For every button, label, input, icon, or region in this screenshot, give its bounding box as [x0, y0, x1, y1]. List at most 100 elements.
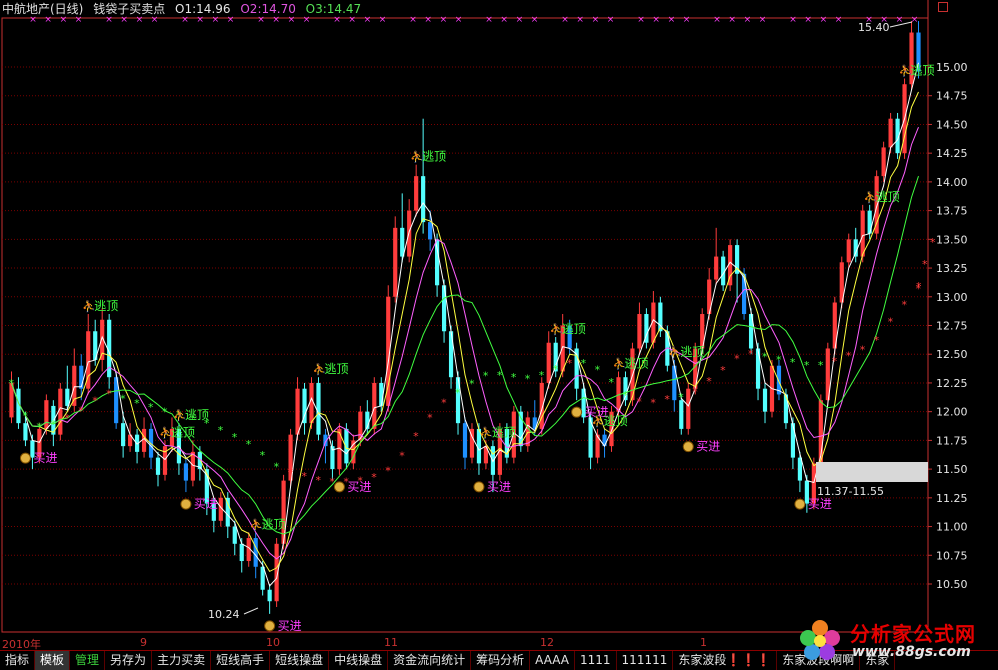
candle-body [846, 239, 851, 263]
tab-6[interactable]: 短线操盘 [270, 651, 330, 670]
trend-star-marker: * [274, 460, 280, 473]
tab-5[interactable]: 短线高手 [211, 651, 271, 670]
o1-value: O1:14.96 [175, 2, 231, 16]
tab-8[interactable]: 资金流向统计 [388, 651, 472, 670]
price-tick-label: 11.25 [936, 492, 968, 505]
trend-star-marker: * [371, 471, 377, 484]
buy-money-bag-icon [473, 481, 485, 493]
trend-star-marker: * [874, 334, 880, 347]
tab-3[interactable]: 另存为 [105, 651, 153, 670]
sell-signal-label: 逃顶 [680, 345, 704, 359]
candle-body [421, 176, 426, 223]
tab-13[interactable]: 东家波段❗❗❗ [673, 651, 778, 670]
trend-star-marker: * [92, 395, 98, 408]
trend-star-marker: * [581, 357, 587, 370]
candle-body [867, 210, 872, 234]
maximize-icon[interactable] [938, 2, 948, 12]
top-x-marker: × [440, 15, 448, 25]
sell-signal-label: 逃顶 [562, 322, 586, 336]
price-tick-label: 14.50 [936, 118, 968, 131]
trend-star-marker: * [232, 431, 238, 444]
candle-body [232, 526, 237, 544]
trend-star-marker: * [148, 401, 154, 414]
tab-0[interactable]: 指标 [0, 651, 36, 670]
price-tick-label: 12.50 [936, 348, 968, 361]
candle-body [860, 210, 865, 257]
brand-name: 分析家公式网 [850, 622, 976, 646]
sell-signal-label: 逃顶 [324, 362, 348, 376]
candle-body [121, 423, 126, 447]
trend-star-marker: * [120, 392, 126, 405]
trend-star-marker: * [497, 369, 503, 382]
candle-body [714, 256, 719, 280]
price-tick-label: 14.75 [936, 90, 968, 103]
o3-value: O3:14.47 [305, 2, 362, 16]
buy-signal-label: 买进 [33, 451, 57, 465]
top-x-marker: × [561, 15, 569, 25]
tab-10[interactable]: AAAA [530, 651, 575, 670]
trend-star-marker: * [609, 376, 615, 389]
buy-signal-label: 买进 [487, 480, 511, 494]
kline-chart[interactable]: 15.00 14.75 14.50 14.25 14.00 13.75 13.50 13.25… [0, 0, 998, 669]
top-x-marker: × [500, 15, 508, 25]
buy-signal-label: 买进 [278, 619, 302, 633]
flower-logo-icon [800, 620, 840, 660]
candle-body [155, 457, 161, 475]
tab-2[interactable]: 管理 [70, 651, 106, 670]
buy-money-bag-icon [264, 620, 276, 632]
price-tick-label: 13.75 [936, 205, 968, 218]
top-x-marker: × [835, 15, 843, 25]
ma-line-3 [11, 62, 919, 587]
sell-signal-label: 逃顶 [604, 414, 628, 428]
top-x-marker: × [379, 15, 387, 25]
candle-body [23, 423, 28, 441]
price-tick-label: 13.50 [936, 233, 968, 246]
candle-body [888, 118, 893, 148]
trend-star-marker: * [22, 409, 28, 422]
trend-star-marker: * [260, 449, 266, 462]
trend-star-marker: * [888, 315, 894, 328]
top-x-marker: × [592, 15, 600, 25]
ma-line-5 [11, 91, 919, 573]
buy-money-bag-icon [19, 452, 31, 464]
buy-money-bag-icon [571, 406, 583, 418]
stock-title: 中航地产(日线) [2, 2, 84, 16]
trend-star-marker: * [706, 375, 712, 388]
candle-body [372, 382, 377, 429]
price-tick-label: 12.75 [936, 320, 968, 333]
tab-9[interactable]: 筹码分析 [471, 651, 531, 670]
sell-signal-label: 逃顶 [262, 517, 286, 531]
candle-body [316, 382, 321, 435]
top-x-marker: × [896, 15, 904, 25]
trend-star-marker: * [399, 450, 405, 463]
trend-star-marker: * [832, 355, 838, 368]
tab-1[interactable]: 模板 [35, 651, 71, 670]
tab-7[interactable]: 中线操盘 [329, 651, 389, 670]
low-pointer-line [243, 607, 259, 615]
trend-star-marker: * [678, 391, 684, 404]
range-label: 11.37-11.55 [817, 485, 884, 498]
tab-11[interactable]: 1111 [575, 651, 617, 670]
chart-header: 中航地产(日线) 钱袋子买卖点 O1:14.96 O2:14.70 O3:14.… [2, 1, 367, 17]
time-tick-label: 12 [540, 636, 554, 649]
top-x-marker: × [485, 15, 493, 25]
trend-star-marker: * [539, 369, 545, 382]
trend-star-marker: * [246, 438, 252, 451]
trend-star-marker: * [413, 430, 419, 443]
trend-star-marker: * [636, 396, 642, 409]
top-x-marker: × [744, 15, 752, 25]
candle-body [414, 176, 419, 211]
tab-12[interactable]: 111111 [617, 651, 674, 670]
buy-money-bag-icon [333, 481, 345, 493]
trend-star-marker: * [776, 353, 782, 366]
price-tick-label: 12.25 [936, 377, 968, 390]
trend-star-marker: * [846, 350, 852, 363]
buy-money-bag-icon [180, 498, 192, 510]
top-x-marker: × [728, 15, 736, 25]
top-x-marker: × [516, 15, 524, 25]
tab-4[interactable]: 主力买卖 [152, 651, 212, 670]
sell-signal-label: 逃顶 [422, 150, 446, 164]
buy-money-bag-icon [682, 441, 694, 453]
top-x-marker: × [455, 15, 463, 25]
sell-signal-label: 逃顶 [171, 425, 195, 439]
